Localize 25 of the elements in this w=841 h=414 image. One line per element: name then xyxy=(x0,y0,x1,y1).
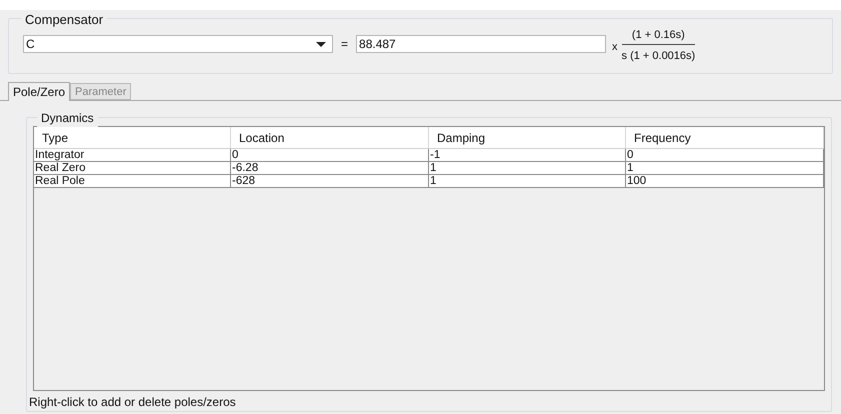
column-header[interactable]: Type xyxy=(34,127,231,148)
table-cell: 1 xyxy=(429,162,626,174)
table-cell: 100 xyxy=(626,175,824,187)
equals-sign: = xyxy=(341,36,348,53)
compensator-dropdown[interactable]: C xyxy=(23,35,333,53)
column-header[interactable]: Location xyxy=(231,127,429,148)
multiply-sign: x xyxy=(612,40,618,55)
table-cell: Integrator xyxy=(34,149,231,161)
column-header[interactable]: Frequency xyxy=(626,127,824,148)
column-header[interactable]: Damping xyxy=(429,127,626,148)
table-cell: 1 xyxy=(429,175,626,187)
table-cell: 1 xyxy=(626,162,824,174)
denominator: s (1 + 0.0016s) xyxy=(622,48,696,64)
gain-field[interactable]: 88.487 xyxy=(356,35,606,53)
table-cell: Real Pole xyxy=(34,175,231,187)
table-cell: Real Zero xyxy=(34,162,231,174)
caret-icon xyxy=(316,42,326,46)
numerator: (1 + 0.16s) xyxy=(630,28,686,43)
tab[interactable]: Pole/Zero xyxy=(8,82,70,101)
table-cell: 0 xyxy=(231,149,429,161)
table-cell: -1 xyxy=(429,149,626,161)
table-cell: 0 xyxy=(626,149,824,161)
hint-text: Right-click to add or delete poles/zeros xyxy=(29,394,237,411)
table-cell: -628 xyxy=(231,175,429,187)
table-cell: -6.28 xyxy=(231,162,429,174)
